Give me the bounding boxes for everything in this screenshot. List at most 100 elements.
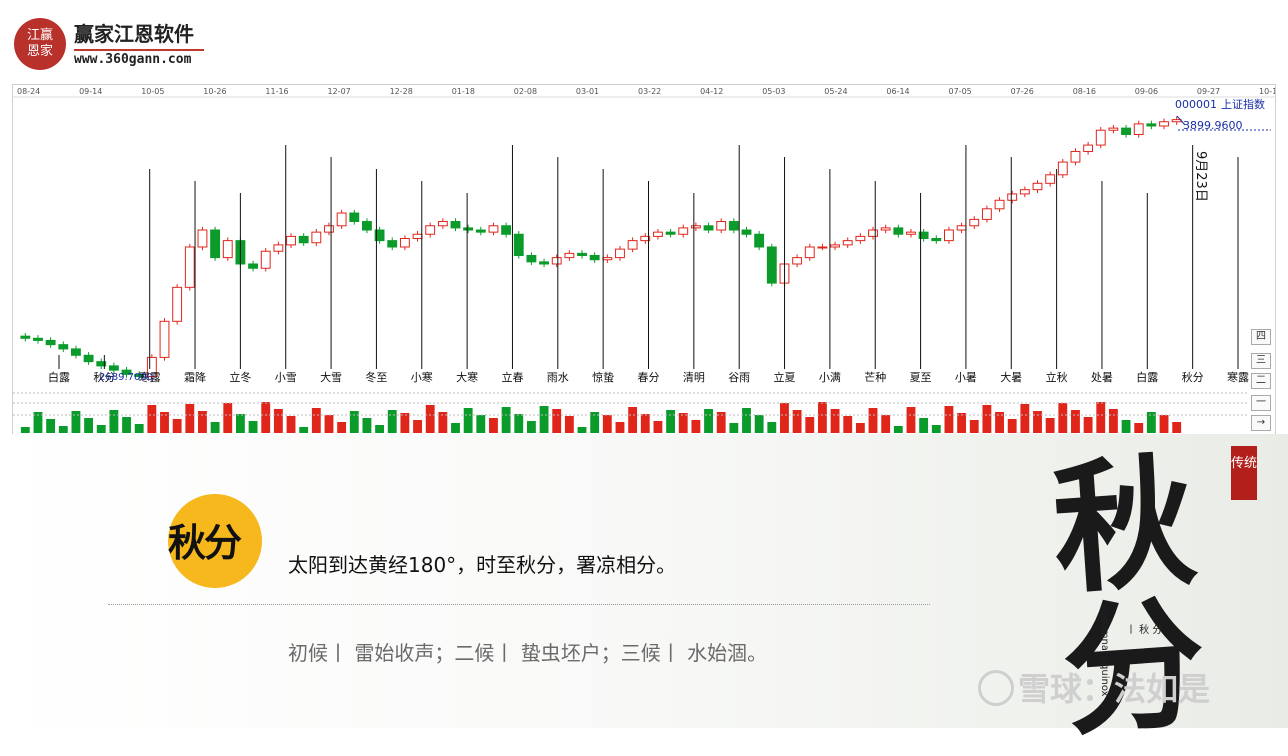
candle-body bbox=[981, 208, 992, 220]
candle-body bbox=[33, 337, 43, 341]
candle-body bbox=[994, 199, 1005, 210]
candle-body bbox=[172, 286, 183, 322]
candle-body bbox=[1019, 189, 1030, 195]
volume-bar bbox=[273, 409, 283, 433]
candle-body bbox=[906, 231, 916, 235]
volume-bar bbox=[805, 417, 815, 433]
kline-chart-panel[interactable]: 08-24 09-14 10-05 10-26 11-16 12-07 12-28 01-18… bbox=[12, 84, 1282, 436]
volume-bar bbox=[1134, 423, 1144, 433]
candle-body bbox=[830, 244, 840, 248]
volume-bar bbox=[248, 421, 258, 433]
candle-body bbox=[475, 229, 486, 233]
volume-bar bbox=[261, 402, 271, 433]
candle-body bbox=[678, 227, 689, 235]
date-tick: 04-12 bbox=[700, 87, 723, 96]
candle-body bbox=[792, 257, 803, 265]
solar-term-label: 立春 bbox=[501, 370, 523, 384]
candle-body bbox=[880, 227, 891, 231]
volume-bar bbox=[134, 424, 144, 433]
date-tick: 12-07 bbox=[328, 87, 351, 96]
solar-term-label: 谷雨 bbox=[728, 371, 750, 384]
volume-bar bbox=[349, 411, 359, 433]
candle-body bbox=[716, 221, 727, 231]
volume-bar bbox=[1020, 404, 1030, 433]
volume-bar bbox=[957, 413, 967, 433]
period-button-one[interactable]: 一 bbox=[1251, 395, 1271, 411]
date-tick: 07-26 bbox=[1011, 87, 1034, 96]
volume-bar bbox=[855, 423, 865, 433]
volume-bar bbox=[46, 419, 56, 433]
candle-body bbox=[501, 225, 512, 235]
solar-term-label: 小满 bbox=[819, 371, 841, 384]
brand-url: www.360gann.com bbox=[74, 52, 192, 67]
solar-term-label: 白露 bbox=[1136, 370, 1158, 384]
volume-bar bbox=[906, 407, 916, 433]
candle-body bbox=[539, 261, 549, 265]
kline-chart-svg[interactable]: 08-24 09-14 10-05 10-26 11-16 12-07 12-28 01-18… bbox=[13, 85, 1282, 435]
candle-body bbox=[855, 235, 866, 242]
volume-group bbox=[13, 392, 1247, 433]
candle-body bbox=[399, 238, 410, 248]
candle-body bbox=[488, 225, 499, 233]
candle-body bbox=[589, 254, 600, 261]
solar-term-label: 秋分 bbox=[1182, 370, 1204, 384]
date-axis: 08-24 09-14 10-05 10-26 11-16 12-07 12-28 01-18… bbox=[13, 87, 1282, 98]
divider-line bbox=[108, 604, 930, 605]
volume-bar bbox=[615, 422, 625, 433]
volume-bar bbox=[843, 416, 853, 433]
solar-term-label: 春分 bbox=[638, 371, 660, 384]
volume-bar bbox=[514, 414, 524, 433]
volume-bar bbox=[109, 410, 119, 433]
candle-body bbox=[273, 244, 284, 252]
volume-bar bbox=[463, 408, 473, 433]
volume-bar bbox=[653, 421, 663, 433]
volume-bar bbox=[286, 416, 296, 433]
candle-body bbox=[602, 257, 613, 261]
candle-body bbox=[437, 221, 448, 227]
volume-bar bbox=[476, 415, 486, 433]
date-tick: 07-05 bbox=[949, 87, 972, 96]
candle-body bbox=[108, 365, 119, 371]
candle-body bbox=[969, 218, 980, 227]
volume-bar bbox=[172, 419, 182, 433]
volume-bar bbox=[817, 402, 827, 433]
period-button-two[interactable]: 二 bbox=[1251, 373, 1271, 389]
volume-bar bbox=[451, 423, 460, 433]
volume-bar bbox=[944, 406, 954, 433]
candle-body bbox=[159, 320, 170, 358]
date-tick: 10-18 bbox=[1259, 87, 1275, 96]
candle-body bbox=[1083, 144, 1094, 152]
volume-bar bbox=[830, 409, 840, 433]
sep23-annotation: 9月23日 bbox=[1193, 151, 1208, 202]
volume-bar bbox=[425, 405, 435, 433]
volume-bar bbox=[931, 425, 941, 433]
candle-body bbox=[425, 225, 436, 235]
period-button-four[interactable]: 四 bbox=[1251, 329, 1271, 345]
solar-term-label: 寒露 bbox=[1227, 370, 1249, 384]
candle-body bbox=[653, 231, 663, 237]
volume-bar bbox=[969, 420, 979, 433]
date-tick: 10-26 bbox=[203, 87, 226, 96]
period-button-three[interactable]: 三 bbox=[1251, 353, 1271, 369]
volume-bar bbox=[1121, 420, 1131, 433]
candle-body bbox=[1070, 150, 1081, 163]
volume-bar bbox=[375, 425, 385, 433]
volume-bar bbox=[311, 408, 321, 433]
candle-body bbox=[817, 246, 828, 249]
volume-bar bbox=[84, 418, 94, 433]
candle-body bbox=[450, 221, 461, 229]
solar-term-label: 大暑 bbox=[1000, 370, 1022, 384]
volume-bar bbox=[577, 427, 587, 433]
volume-bar bbox=[362, 418, 372, 433]
volume-bar bbox=[1172, 422, 1182, 433]
scroll-right-button[interactable]: → bbox=[1251, 415, 1271, 431]
candle-body bbox=[222, 240, 233, 259]
candle-body bbox=[577, 252, 587, 256]
candle-body bbox=[741, 229, 752, 235]
date-tick: 08-24 bbox=[17, 87, 40, 96]
solar-term-label: 冬至 bbox=[365, 370, 387, 384]
volume-bar bbox=[666, 410, 676, 433]
candle-body bbox=[893, 227, 904, 235]
candle-body bbox=[1133, 123, 1144, 135]
date-tick: 09-14 bbox=[79, 87, 102, 96]
